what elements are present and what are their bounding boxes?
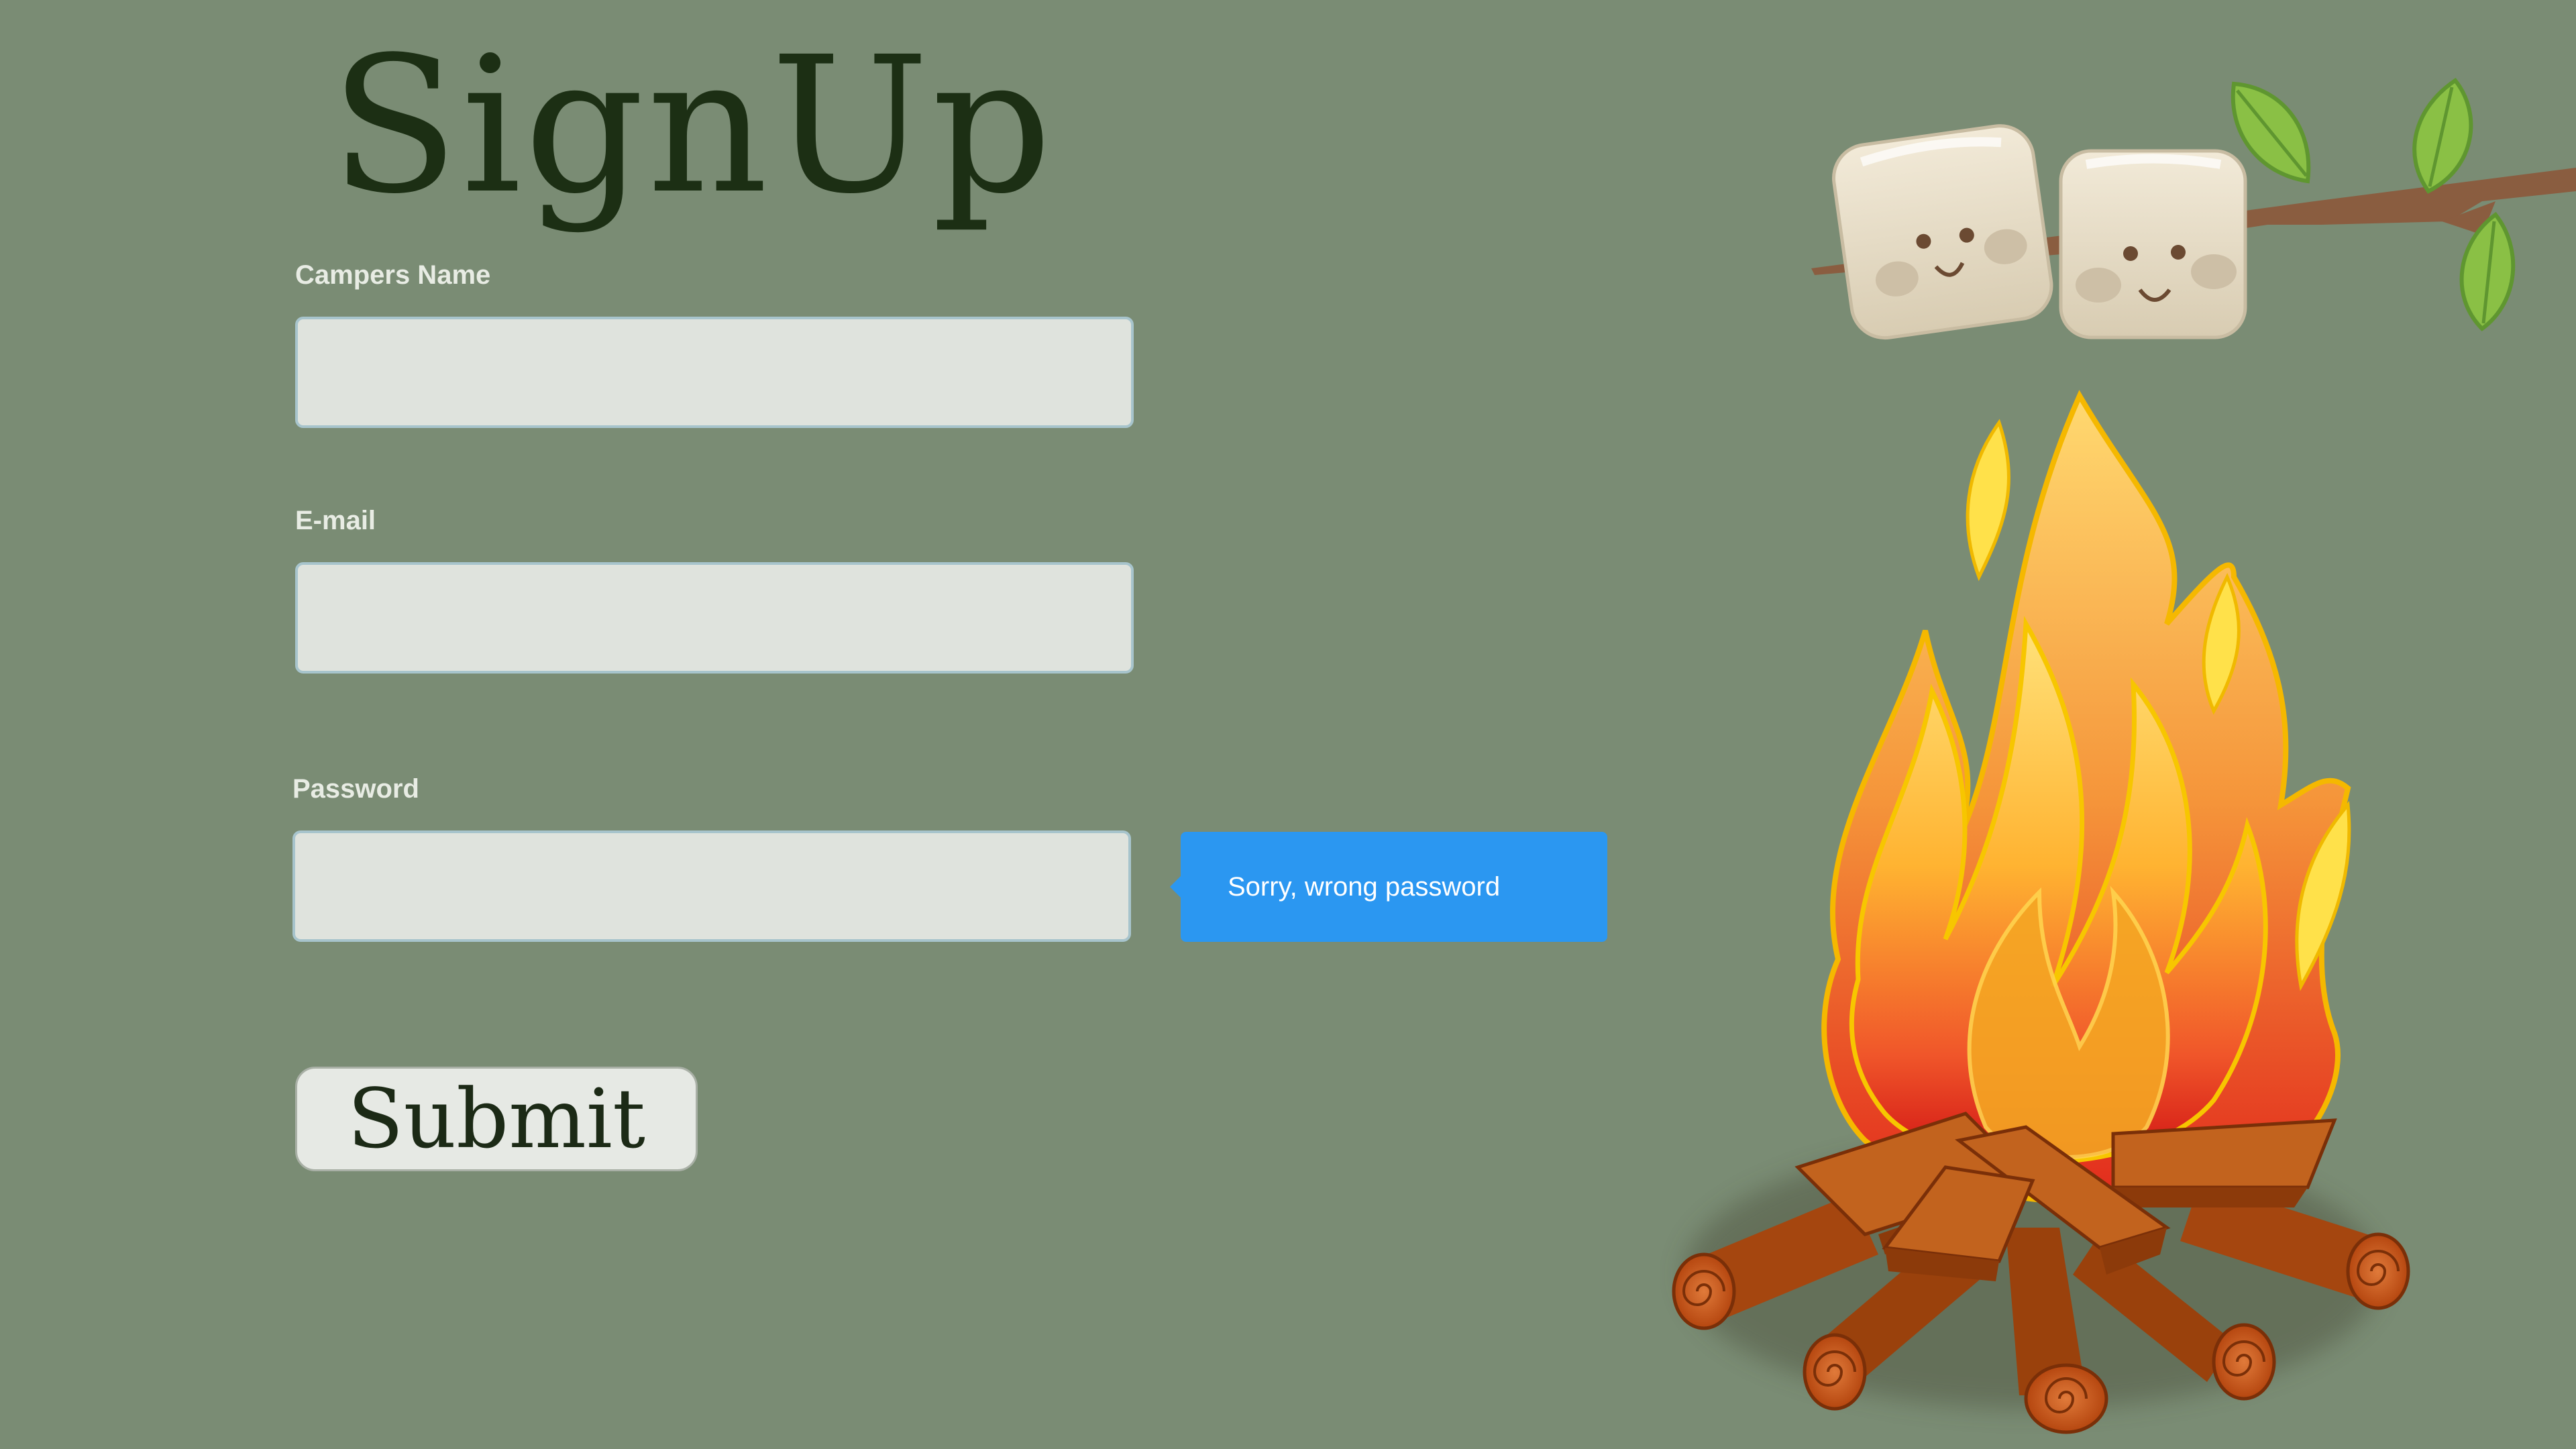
campers-name-label: Campers Name: [295, 260, 491, 290]
email-input[interactable]: [295, 562, 1134, 674]
leaf-icon: [2231, 81, 2311, 184]
flame-icon: [1821, 390, 2351, 1206]
campers-name-input[interactable]: [295, 317, 1134, 428]
leaf-icon: [2412, 77, 2473, 194]
page-title: SignUp: [330, 17, 1055, 235]
password-error-tooltip: Sorry, wrong password: [1170, 832, 1607, 942]
marshmallow-icon: [1831, 124, 2053, 340]
log-icon: [2111, 1118, 2337, 1208]
email-label: E-mail: [295, 506, 376, 535]
password-input[interactable]: [292, 830, 1131, 942]
leaf-icon: [2459, 211, 2516, 331]
campfire-illustration: [1672, 77, 2576, 1434]
submit-button[interactable]: Submit: [295, 1067, 698, 1171]
password-label: Password: [292, 774, 419, 804]
marshmallow-icon: [2059, 149, 2247, 339]
error-message: Sorry, wrong password: [1228, 871, 1501, 902]
